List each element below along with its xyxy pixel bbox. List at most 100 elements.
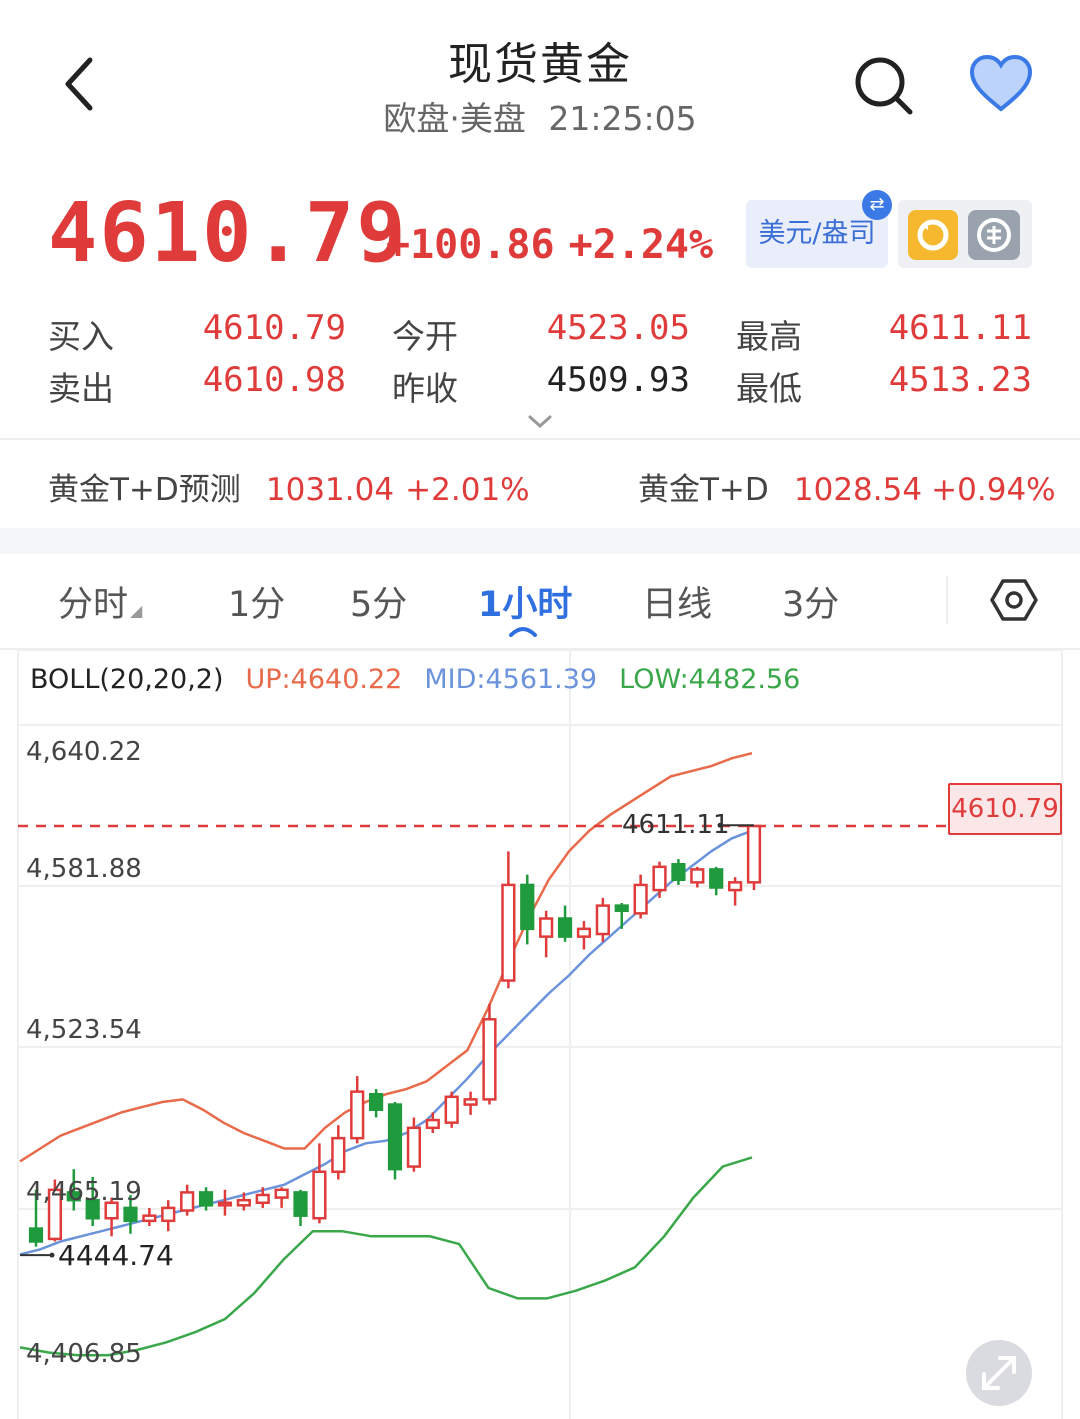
min-marker-dot bbox=[49, 1252, 55, 1258]
low-value: 4513.23 bbox=[888, 360, 1032, 400]
current-price: 4610.79 bbox=[48, 186, 408, 281]
open-value: 4523.05 bbox=[546, 308, 690, 348]
candle bbox=[595, 897, 610, 942]
candlestick-chart[interactable]: 4,640.22 4,581.88 4,523.54 4,465.19 4,406.85… bbox=[0, 650, 1080, 1419]
boll-low-label: LOW:4482.56 bbox=[619, 664, 801, 695]
section-gap bbox=[0, 528, 1080, 554]
candle-body bbox=[557, 917, 573, 938]
prev-close-value: 4509.93 bbox=[546, 360, 690, 400]
high-value: 4611.11 bbox=[888, 308, 1032, 348]
candle-body bbox=[255, 1193, 270, 1204]
candle-body bbox=[652, 865, 667, 892]
related-item-td[interactable]: 黄金T+D 1028.54 +0.94% bbox=[638, 464, 1056, 509]
related-percent: +0.94% bbox=[931, 472, 1056, 508]
candle-body bbox=[482, 1018, 497, 1101]
min-price-label: 4444.74 bbox=[58, 1239, 174, 1272]
chevron-down-icon bbox=[528, 415, 552, 429]
tab-5min[interactable]: 5分 bbox=[350, 576, 407, 627]
y-axis-labels: 4,640.22 4,581.88 4,523.54 4,465.19 4,406.85 bbox=[26, 737, 142, 1369]
max-marker-dot bbox=[717, 822, 723, 828]
candle-body bbox=[198, 1191, 214, 1207]
calculator-icon bbox=[977, 218, 1011, 252]
candle bbox=[614, 903, 629, 929]
candle bbox=[180, 1184, 195, 1216]
candle bbox=[387, 1101, 403, 1180]
candle-body bbox=[425, 1118, 440, 1130]
candle-body bbox=[350, 1090, 365, 1140]
candle bbox=[350, 1076, 365, 1144]
candle-body bbox=[727, 881, 743, 892]
y-tick-label: 4,640.22 bbox=[26, 737, 142, 767]
update-time: 21:25:05 bbox=[548, 99, 697, 138]
current-price-tag: 4610.79 bbox=[948, 783, 1062, 835]
refresh-tool-button[interactable] bbox=[908, 210, 958, 260]
candle-body bbox=[236, 1198, 251, 1207]
candle bbox=[444, 1091, 459, 1128]
candle bbox=[425, 1112, 440, 1133]
change-amount: +100.86 bbox=[386, 222, 555, 268]
candle-body bbox=[501, 883, 516, 982]
candle-body bbox=[746, 824, 762, 884]
candle-body bbox=[312, 1170, 327, 1220]
buy-label: 买入 bbox=[48, 317, 114, 356]
prev-close-label: 昨收 bbox=[392, 369, 458, 408]
candle bbox=[463, 1091, 478, 1115]
low-label: 最低 bbox=[736, 369, 802, 408]
tab-daily[interactable]: 日线 bbox=[642, 576, 712, 627]
candle-body bbox=[614, 904, 629, 913]
y-tick-label: 4,523.54 bbox=[26, 1015, 142, 1045]
candle-body bbox=[180, 1191, 195, 1212]
search-icon bbox=[855, 57, 913, 115]
candle-body bbox=[709, 868, 724, 889]
tab-3min[interactable]: 3分 bbox=[782, 576, 839, 627]
favorite-button[interactable] bbox=[968, 54, 1034, 114]
tab-1min[interactable]: 1分 bbox=[228, 576, 285, 627]
candle bbox=[539, 910, 554, 958]
search-button[interactable] bbox=[852, 54, 916, 118]
candle-body bbox=[217, 1201, 233, 1207]
candle bbox=[217, 1189, 233, 1216]
candle-body bbox=[274, 1188, 289, 1199]
refresh-icon bbox=[917, 219, 949, 251]
candle bbox=[331, 1125, 346, 1180]
candle-body bbox=[368, 1092, 384, 1111]
candle-body bbox=[444, 1095, 459, 1124]
sell-value: 4610.98 bbox=[202, 360, 346, 400]
candle bbox=[368, 1089, 384, 1118]
candle bbox=[142, 1207, 157, 1227]
candle bbox=[746, 824, 762, 891]
candle-body bbox=[576, 927, 592, 938]
expand-details-button[interactable] bbox=[527, 414, 553, 430]
triangle-down-icon: ◢ bbox=[130, 601, 143, 620]
market-session: 欧盘·美盘 21:25:05 bbox=[0, 92, 1080, 140]
candle-body bbox=[387, 1103, 403, 1171]
candle bbox=[727, 877, 743, 906]
candle-body bbox=[293, 1191, 308, 1217]
candle-body bbox=[142, 1214, 157, 1223]
fullscreen-button[interactable] bbox=[966, 1340, 1032, 1406]
tab-1hour[interactable]: 1小时 bbox=[478, 576, 572, 627]
tab-label: 分时 bbox=[58, 585, 129, 625]
chart-settings-button[interactable] bbox=[990, 576, 1038, 624]
y-tick-label: 4,406.85 bbox=[26, 1339, 142, 1369]
candle-body bbox=[463, 1098, 478, 1106]
boll-up-label: UP:4640.22 bbox=[245, 664, 403, 695]
heart-icon bbox=[969, 54, 1033, 112]
tab-separator bbox=[946, 576, 948, 624]
y-tick-label: 4,465.19 bbox=[26, 1177, 142, 1207]
candle-body bbox=[595, 904, 610, 936]
candle-body bbox=[633, 883, 648, 915]
price-change: +100.86 +2.24% bbox=[386, 222, 727, 268]
related-name: 黄金T+D预测 bbox=[48, 472, 241, 508]
candle bbox=[482, 1003, 497, 1105]
candle bbox=[501, 851, 516, 989]
related-item-td-forecast[interactable]: 黄金T+D预测 1031.04 +2.01% bbox=[48, 464, 530, 509]
change-percent: +2.24% bbox=[568, 222, 714, 268]
buy-value: 4610.79 bbox=[202, 308, 346, 348]
calculator-tool-button[interactable] bbox=[968, 210, 1020, 260]
candle bbox=[274, 1187, 289, 1208]
tab-timeshare[interactable]: 分时 ◢ bbox=[58, 576, 142, 627]
candle bbox=[161, 1200, 176, 1232]
related-percent: +2.01% bbox=[405, 472, 530, 508]
candle-body bbox=[539, 917, 554, 938]
